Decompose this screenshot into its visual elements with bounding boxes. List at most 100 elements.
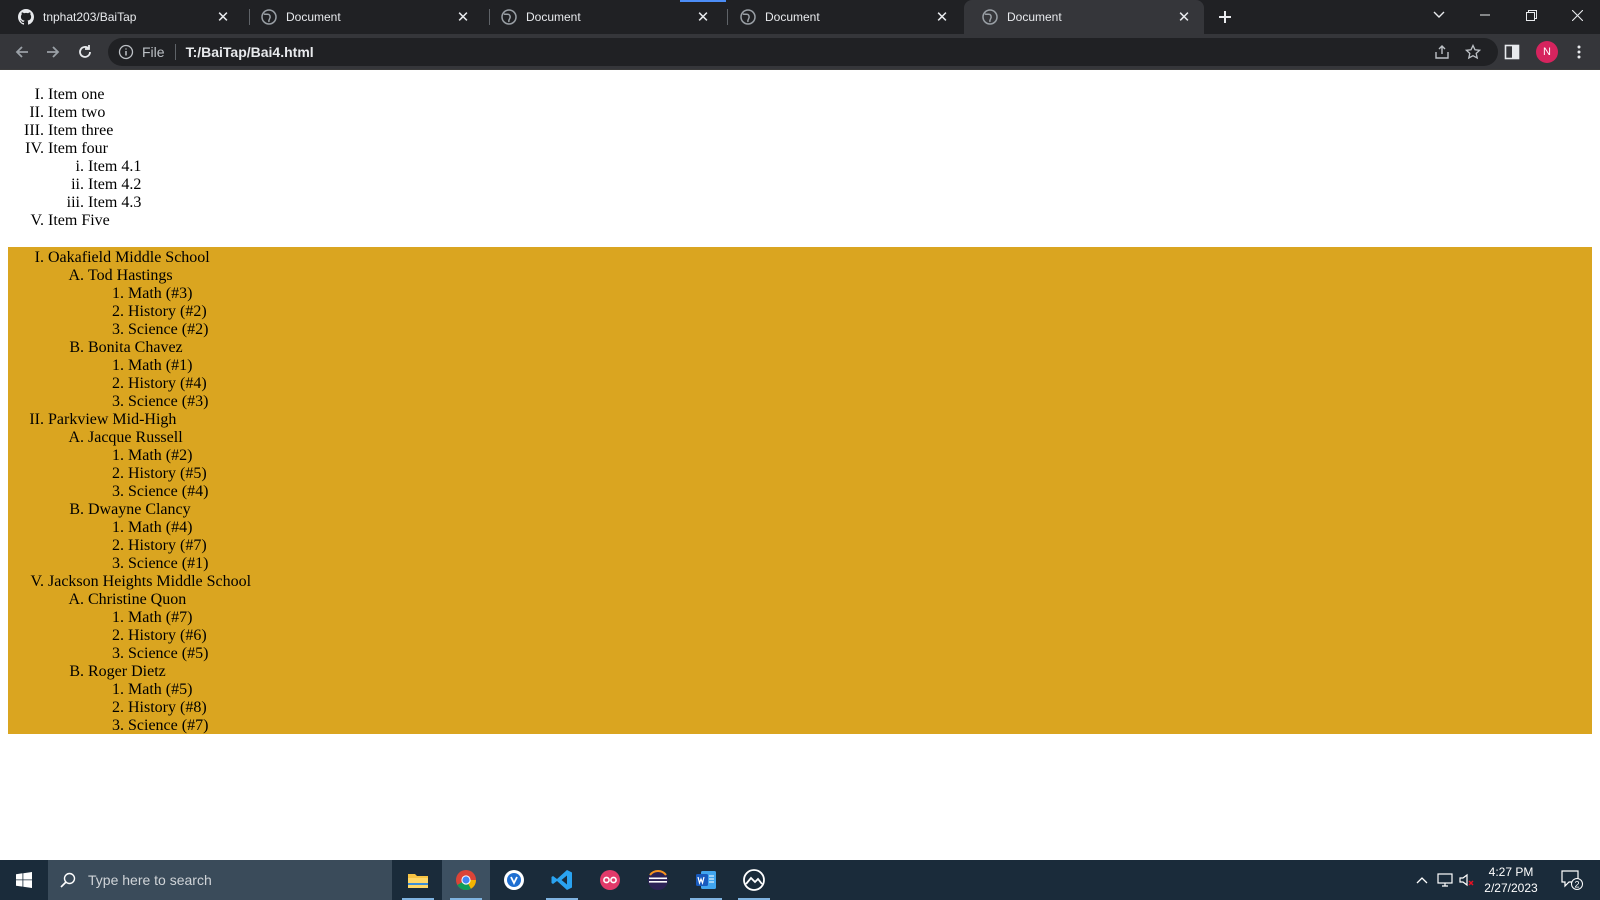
class-item: Science (#2) — [128, 321, 1592, 339]
pink-circle-app-icon — [600, 870, 620, 890]
close-window-button[interactable] — [1554, 0, 1600, 30]
chrome-app[interactable] — [442, 860, 490, 900]
class-list: Math (#1)History (#4)Science (#3) — [88, 357, 1592, 411]
photos-app[interactable] — [730, 860, 778, 900]
search-icon — [60, 872, 76, 888]
class-item: History (#7) — [128, 537, 1592, 555]
class-list: Math (#4)History (#7)Science (#1) — [88, 519, 1592, 573]
class-label: History (#6) — [128, 627, 207, 644]
taskbar-search[interactable]: Type here to search — [48, 860, 392, 900]
class-label: History (#8) — [128, 699, 207, 716]
list-item-label: Item four — [48, 140, 108, 157]
class-label: History (#2) — [128, 303, 207, 320]
tab-title: Document — [1007, 10, 1062, 24]
more-vertical-icon — [1577, 45, 1581, 59]
class-label: Math (#3) — [128, 285, 193, 302]
tab-github[interactable]: tnphat203/BaiTap ✕ — [0, 0, 243, 34]
pink-app[interactable] — [586, 860, 634, 900]
forward-button[interactable] — [39, 38, 67, 66]
globe-icon — [740, 9, 756, 25]
close-tab-icon[interactable]: ✕ — [453, 7, 473, 27]
bookmark-button[interactable] — [1459, 38, 1487, 66]
side-panel-button[interactable] — [1498, 38, 1526, 66]
tab-title: Document — [286, 10, 341, 24]
share-icon — [1435, 45, 1449, 59]
browser-toolbar: File T:/BaiTap/Bai4.html N — [0, 34, 1600, 70]
word-app[interactable] — [682, 860, 730, 900]
network-button[interactable] — [1434, 860, 1456, 900]
start-button[interactable] — [0, 860, 48, 900]
class-item: Science (#1) — [128, 555, 1592, 573]
file-explorer-app[interactable] — [394, 860, 442, 900]
github-icon — [18, 9, 34, 25]
class-label: Math (#4) — [128, 519, 193, 536]
tab-document-2[interactable]: Document ✕ — [483, 0, 723, 34]
close-tab-icon[interactable]: ✕ — [1174, 7, 1194, 27]
sub-item-list: Item 4.1 Item 4.2 Item 4.3 — [48, 158, 1600, 212]
address-bar[interactable]: File T:/BaiTap/Bai4.html — [108, 38, 1498, 66]
teacher-name: Roger Dietz — [88, 663, 166, 680]
volume-muted-icon — [1459, 873, 1474, 887]
teacher-name: Tod Hastings — [88, 267, 173, 284]
tab-document-active[interactable]: Document ✕ — [964, 0, 1204, 34]
class-item: Science (#5) — [128, 645, 1592, 663]
class-list: Math (#5)History (#8)Science (#7) — [88, 681, 1592, 735]
close-tab-icon[interactable]: ✕ — [213, 7, 233, 27]
info-icon[interactable] — [118, 44, 134, 60]
tab-search-button[interactable] — [1416, 0, 1462, 30]
tab-document-3[interactable]: Document ✕ — [722, 0, 962, 34]
share-button[interactable] — [1428, 38, 1456, 66]
eclipse-app[interactable] — [634, 860, 682, 900]
eclipse-icon — [648, 870, 668, 890]
list-item: Item two — [48, 104, 1600, 122]
teacher-list: Christine QuonMath (#7)History (#6)Scien… — [48, 591, 1592, 735]
edge-app[interactable] — [490, 860, 538, 900]
show-hidden-icons-button[interactable] — [1412, 860, 1432, 900]
class-item: Math (#3) — [128, 285, 1592, 303]
class-list: Math (#3)History (#2)Science (#2) — [88, 285, 1592, 339]
list-item: Item Five — [48, 212, 1600, 230]
clock-date: 2/27/2023 — [1484, 881, 1538, 895]
list-item-label: Item Five — [48, 212, 110, 229]
teacher-name: Jacque Russell — [88, 429, 183, 446]
restore-button[interactable] — [1508, 0, 1554, 30]
tab-document-1[interactable]: Document ✕ — [243, 0, 483, 34]
photos-icon — [743, 869, 765, 891]
tab-title: Document — [765, 10, 820, 24]
teacher-item: Bonita ChavezMath (#1)History (#4)Scienc… — [88, 339, 1592, 411]
notification-icon: 2 — [1561, 870, 1583, 890]
url-text[interactable]: T:/BaiTap/Bai4.html — [186, 44, 314, 60]
folder-icon — [408, 874, 428, 888]
school-item: Parkview Mid-HighJacque RussellMath (#2)… — [48, 411, 1592, 573]
sub-list-item: Item 4.2 — [88, 176, 1600, 194]
plus-icon — [1219, 11, 1231, 23]
reload-icon — [79, 45, 91, 58]
close-tab-icon[interactable]: ✕ — [693, 7, 713, 27]
school-name: Parkview Mid-High — [48, 411, 177, 428]
notification-count: 2 — [1574, 880, 1579, 890]
taskbar: Type here to search 4:27 PM 2/27/2023 2 — [0, 860, 1600, 900]
back-button[interactable] — [8, 38, 36, 66]
minimize-icon — [1480, 14, 1490, 16]
menu-button[interactable] — [1565, 38, 1593, 66]
close-tab-icon[interactable]: ✕ — [932, 7, 952, 27]
globe-icon — [982, 9, 998, 25]
class-label: Science (#7) — [128, 717, 209, 734]
notifications-button[interactable]: 2 — [1554, 860, 1590, 900]
class-item: Math (#7) — [128, 609, 1592, 627]
volume-button[interactable] — [1456, 860, 1478, 900]
tab-title: tnphat203/BaiTap — [43, 10, 137, 24]
school-item: Oakafield Middle SchoolTod HastingsMath … — [48, 249, 1592, 411]
profile-avatar[interactable]: N — [1536, 41, 1558, 63]
reload-button[interactable] — [71, 38, 99, 66]
restore-icon — [1525, 9, 1537, 21]
new-tab-button[interactable] — [1213, 5, 1237, 29]
arrow-left-icon — [15, 46, 28, 58]
clock[interactable]: 4:27 PM 2/27/2023 — [1476, 864, 1546, 896]
minimize-button[interactable] — [1462, 0, 1508, 30]
school-name: Jackson Heights Middle School — [48, 573, 252, 590]
class-label: History (#4) — [128, 375, 207, 392]
search-placeholder: Type here to search — [88, 872, 212, 888]
sub-item-label: Item 4.1 — [88, 158, 142, 175]
vscode-app[interactable] — [538, 860, 586, 900]
